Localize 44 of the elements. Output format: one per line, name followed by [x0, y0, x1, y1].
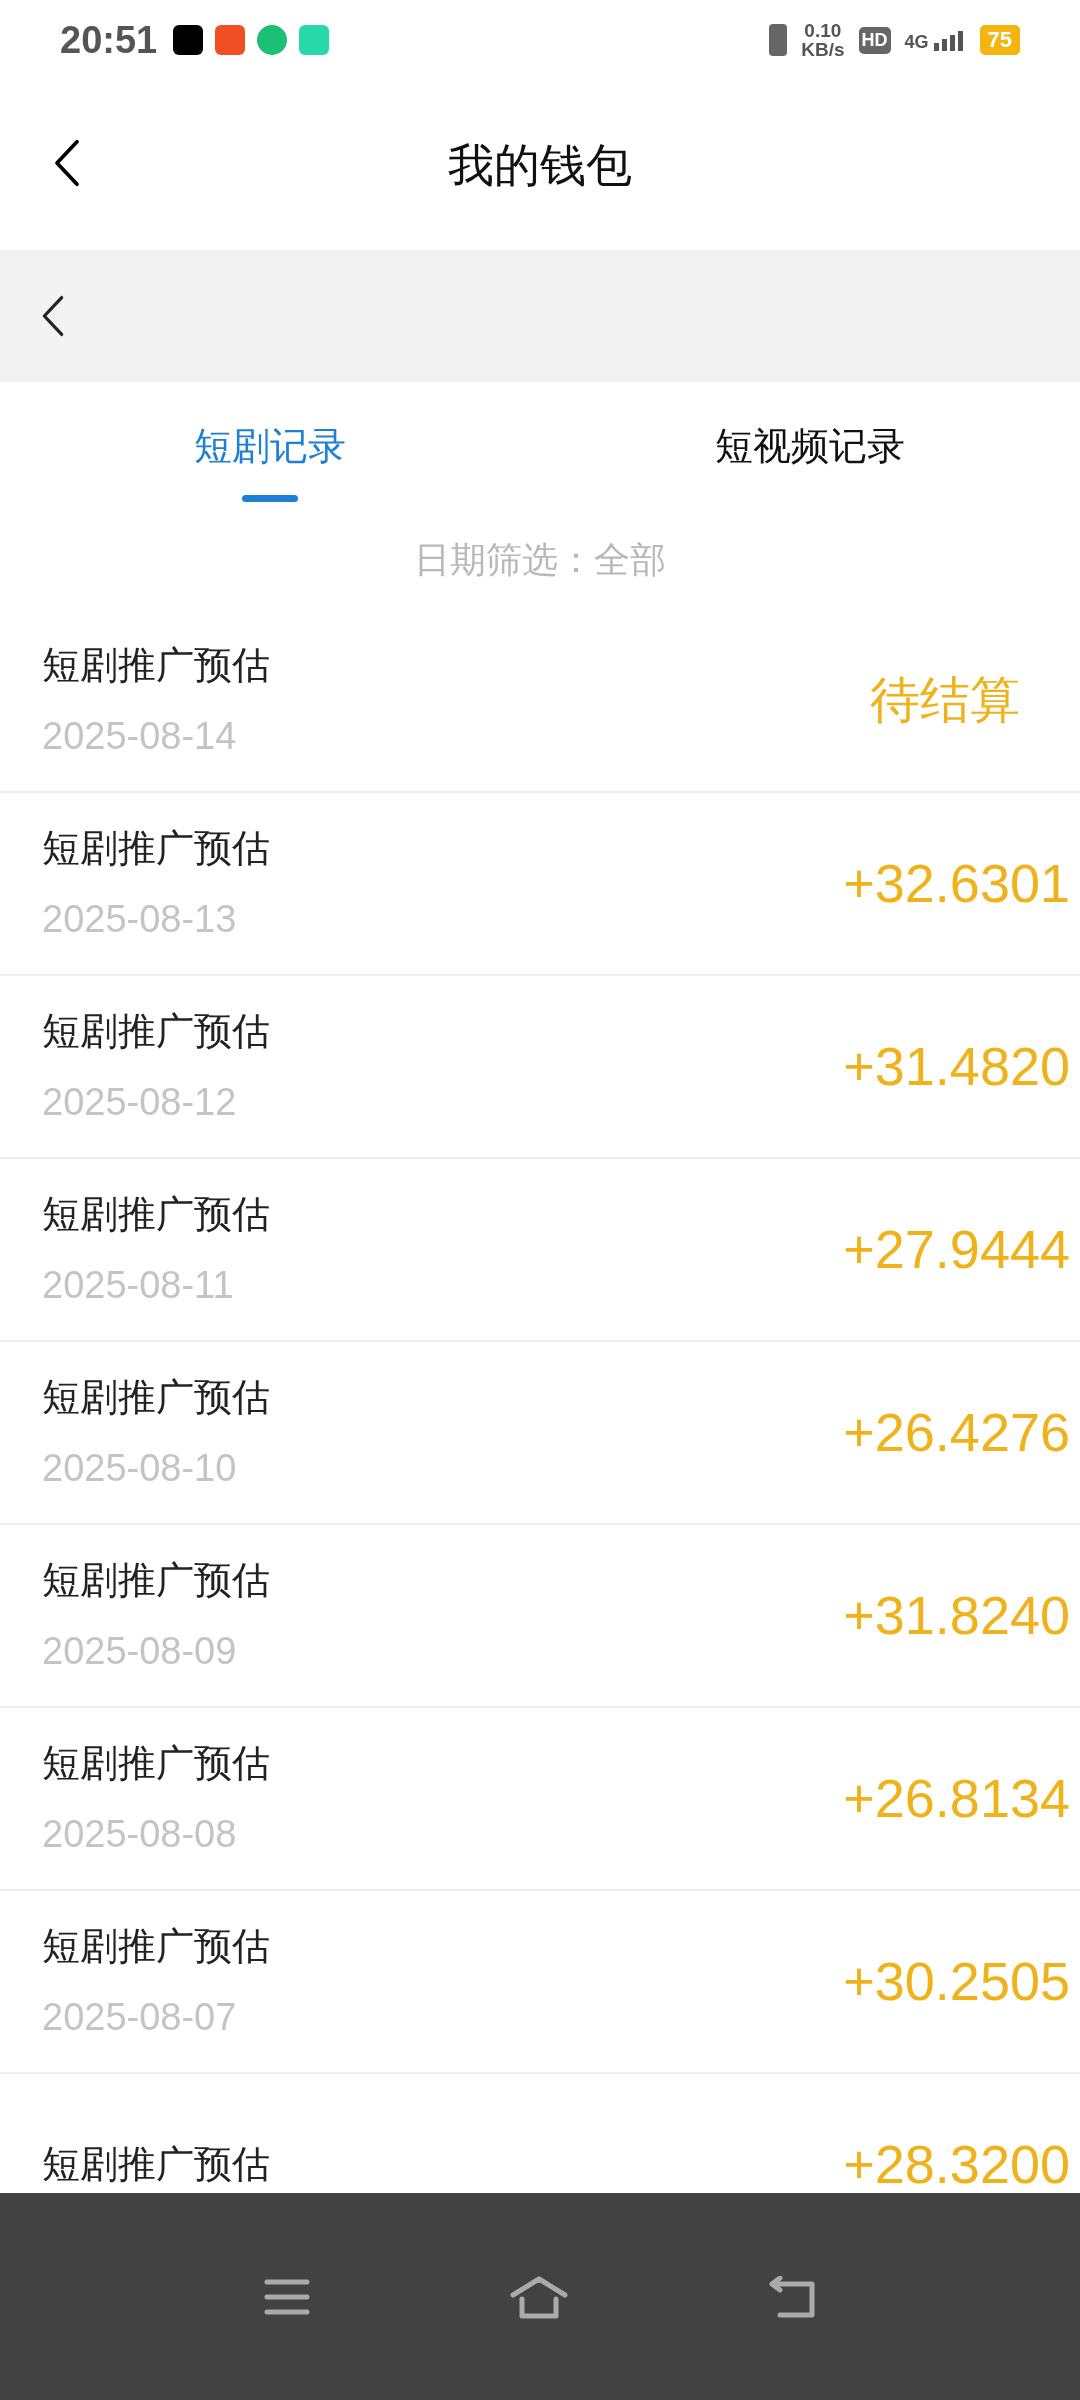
record-title: 短剧推广预估 [42, 1008, 271, 1054]
record-date: 2025-08-07 [42, 1994, 238, 2040]
hd-badge: HD [858, 26, 891, 54]
record-title: 短剧推广预估 [42, 1923, 271, 1969]
record-title: 短剧推广预估 [42, 1740, 271, 1786]
record-amount: +28.3200 [843, 2133, 1071, 2193]
app-icon [215, 25, 246, 55]
network-speed-unit: KB/s [801, 40, 845, 59]
record-amount: +30.2505 [843, 1950, 1071, 2013]
record-title: 短剧推广预估 [42, 1191, 271, 1237]
app-icon [173, 25, 204, 55]
record-title: 短剧推广预估 [42, 642, 271, 688]
network-type: 4G [904, 33, 929, 51]
record-amount: +32.6301 [843, 852, 1071, 915]
battery-level: 75 [979, 25, 1020, 55]
status-time: 20:51 [60, 17, 158, 63]
record-amount: +31.8240 [843, 1584, 1071, 1647]
tab[interactable]: 短剧记录 [0, 382, 540, 510]
record-date: 2025-08-13 [42, 896, 238, 942]
record-date: 2025-08-14 [42, 713, 238, 759]
record-date: 2025-08-09 [42, 1628, 238, 1674]
record-amount: +26.8134 [843, 1767, 1071, 1830]
pending-status: 待结算 [870, 671, 1021, 730]
app-icon [257, 25, 288, 55]
record-amount: +26.4276 [843, 1401, 1071, 1464]
tab-indicator [242, 495, 298, 502]
home-icon[interactable] [510, 2274, 568, 2319]
record-title: 短剧推广预估 [42, 2142, 271, 2187]
record-title: 短剧推广预估 [42, 1374, 271, 1420]
record-date: 2025-08-12 [42, 1079, 238, 1125]
signal-icon [931, 29, 966, 51]
vibrate-icon [769, 24, 788, 56]
record-amount: +27.9444 [843, 1218, 1071, 1281]
record-amount: +31.4820 [843, 1035, 1071, 1098]
record-title: 短剧推广预估 [42, 825, 271, 871]
menu-icon[interactable] [264, 2277, 310, 2316]
record-date: 2025-08-08 [42, 1811, 238, 1857]
record-date: 2025-08-10 [42, 1445, 238, 1491]
page-title: 我的钱包 [448, 137, 632, 193]
tab[interactable]: 短视频记录 [540, 382, 1080, 510]
app-icon [299, 25, 330, 55]
network-speed: 0.10 [804, 21, 842, 40]
record-title: 短剧推广预估 [42, 1557, 271, 1603]
record-date: 2025-08-11 [42, 1262, 235, 1308]
